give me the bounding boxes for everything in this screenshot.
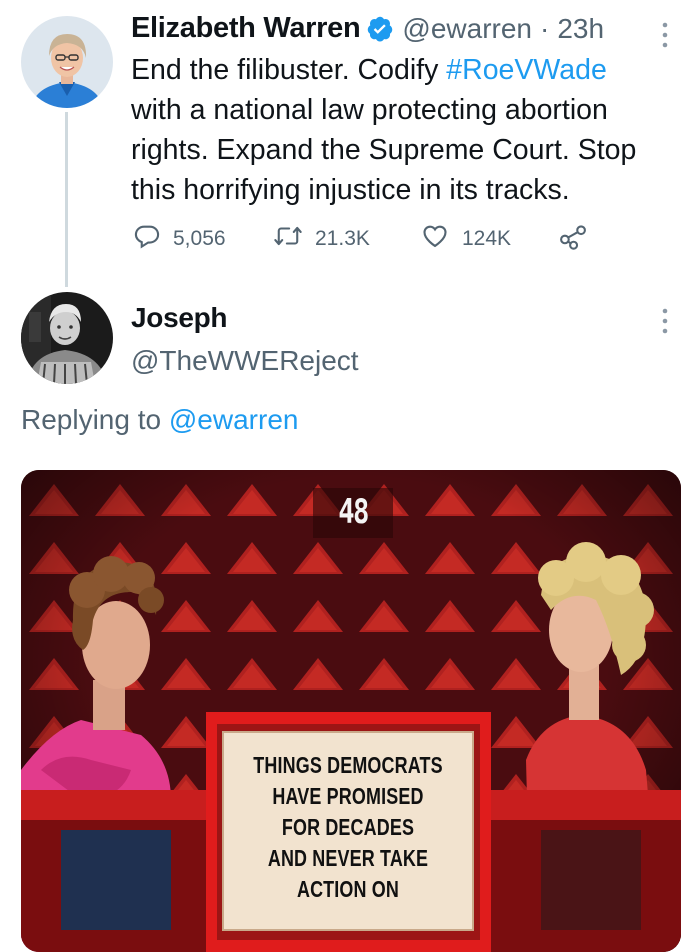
replying-to-handle-link[interactable]: @ewarren xyxy=(169,404,299,435)
like-button[interactable]: 124K xyxy=(420,222,558,256)
separator-dot: · xyxy=(540,12,550,44)
replying-to-line: Replying to @ewarren xyxy=(21,404,298,436)
reply-button[interactable]: 5,056 xyxy=(133,222,273,256)
avatar-elizabeth-warren[interactable] xyxy=(21,16,113,108)
retweet-button[interactable]: 21.3K xyxy=(273,222,420,256)
hashtag-link[interactable]: #RoeVWade xyxy=(446,54,607,86)
reply-icon xyxy=(133,222,161,256)
tweet-text-line: rights. Expand the Supreme Court. Stop xyxy=(131,134,637,166)
author-name[interactable]: Elizabeth Warren xyxy=(131,12,361,45)
tweet-text: End the filibuster. Codify #RoeVWade wit… xyxy=(131,50,671,210)
verified-badge-icon xyxy=(366,15,394,43)
tweet-time[interactable]: 23h xyxy=(557,13,604,45)
sign-line: HAVE PROMISED xyxy=(272,783,424,809)
sign-line: THINGS DEMOCRATS xyxy=(253,752,443,778)
tweet-text-line: with a national law protecting abortion xyxy=(131,94,608,126)
score-counter: 48 xyxy=(338,492,369,532)
attached-image[interactable]: 48 THINGS DEMOCRATS HAVE PROMISED FOR DE… xyxy=(21,470,681,952)
share-icon xyxy=(558,222,588,256)
heart-icon xyxy=(420,222,450,256)
author-handle[interactable]: @ewarren xyxy=(402,13,532,45)
reply-author-name[interactable]: Joseph xyxy=(131,302,228,334)
reply-author-handle[interactable]: @TheWWEReject xyxy=(131,345,359,377)
tweet-actions: 5,056 21.3K 124K xyxy=(133,222,588,256)
tweet-text-line: End the filibuster. Codify xyxy=(131,54,439,86)
avatar-joseph[interactable] xyxy=(21,292,113,384)
retweet-icon xyxy=(273,222,303,256)
share-button[interactable] xyxy=(558,222,588,256)
retweet-count: 21.3K xyxy=(315,227,370,250)
replying-to-prefix: Replying to xyxy=(21,404,162,435)
tweet-header: Elizabeth Warren @ewarren · 23h xyxy=(131,12,604,45)
reply-count: 5,056 xyxy=(173,227,226,250)
sign-line: ACTION ON xyxy=(296,876,400,902)
like-count: 124K xyxy=(462,227,512,250)
sign-line: FOR DECADES xyxy=(281,814,415,840)
sign-line: AND NEVER TAKE xyxy=(267,845,429,871)
thread-connector-line xyxy=(65,112,68,287)
tweet-text-line: this horrifying injustice in its tracks. xyxy=(131,174,570,206)
podium-sign: THINGS DEMOCRATS HAVE PROMISED FOR DECAD… xyxy=(223,750,473,905)
reply-more-options-icon[interactable] xyxy=(658,306,672,341)
